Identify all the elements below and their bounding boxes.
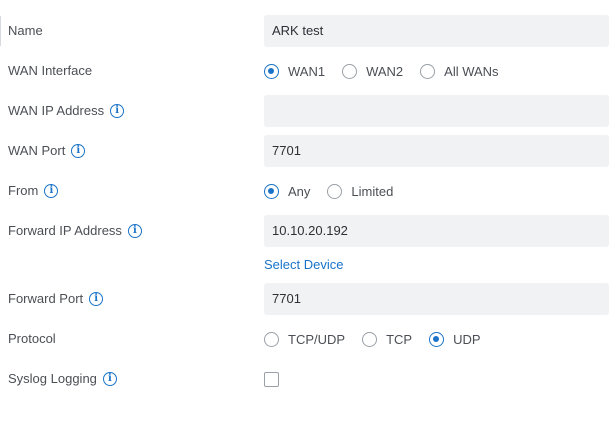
wan-ip-address-input[interactable] <box>264 95 609 127</box>
info-icon[interactable]: i <box>71 144 86 158</box>
name-label: Name <box>8 23 43 38</box>
from-option-limited[interactable]: Limited <box>327 183 394 199</box>
radio-option-label: WAN2 <box>366 63 404 79</box>
wan-interface-option-wan1[interactable]: WAN1 <box>264 63 326 79</box>
syslog-logging-label: Syslog Logging i <box>8 363 117 395</box>
info-icon[interactable]: i <box>44 184 59 198</box>
radio-button[interactable] <box>327 183 343 199</box>
protocol-radio-group: TCP/UDP TCP UDP <box>264 323 498 355</box>
wan-interface-option-all-wans[interactable]: All WANs <box>420 63 499 79</box>
info-icon[interactable]: i <box>127 224 142 238</box>
info-icon[interactable]: i <box>89 292 104 306</box>
radio-button-checked[interactable] <box>264 183 279 199</box>
select-device-link[interactable]: Select Device <box>264 257 343 272</box>
protocol-row: Protocol TCP/UDP TCP UDP <box>0 323 615 355</box>
radio-option-label: TCP/UDP <box>288 331 346 347</box>
radio-button[interactable] <box>342 63 358 79</box>
protocol-option-tcp-udp[interactable]: TCP/UDP <box>264 331 346 347</box>
forward-ip-address-input[interactable]: 10.10.20.192 <box>264 215 609 247</box>
radio-option-label: UDP <box>453 331 481 347</box>
wan-ip-address-row: WAN IP Address i <box>0 95 615 127</box>
forward-port-row: Forward Port i 7701 <box>0 283 615 315</box>
forward-ip-address-row: Forward IP Address i 10.10.20.192 <box>0 215 615 247</box>
radio-option-label: TCP <box>386 331 413 347</box>
wan-interface-label: WAN Interface <box>8 63 93 78</box>
wan-interface-radio-group: WAN1 WAN2 All WANs <box>264 55 516 87</box>
radio-option-label: WAN1 <box>288 63 326 79</box>
name-input[interactable]: ARK test <box>264 15 609 47</box>
info-icon[interactable]: i <box>110 104 125 118</box>
syslog-logging-row: Syslog Logging i <box>0 363 615 395</box>
radio-button-checked[interactable] <box>264 63 279 79</box>
wan-interface-option-wan2[interactable]: WAN2 <box>342 63 404 79</box>
protocol-option-tcp[interactable]: TCP <box>362 331 413 347</box>
radio-button-checked[interactable] <box>429 331 445 347</box>
radio-option-label: Any <box>288 183 311 199</box>
wan-ip-address-label: WAN IP Address i <box>8 95 125 127</box>
protocol-option-udp[interactable]: UDP <box>429 331 481 347</box>
radio-button[interactable] <box>264 331 279 347</box>
from-option-any[interactable]: Any <box>264 183 311 199</box>
radio-button[interactable] <box>362 331 378 347</box>
forward-port-input[interactable]: 7701 <box>264 283 609 315</box>
from-label: From i <box>8 175 59 207</box>
syslog-logging-checkbox[interactable] <box>264 372 279 387</box>
radio-option-label: All WANs <box>444 63 499 79</box>
forward-port-label: Forward Port i <box>8 283 104 315</box>
radio-option-label: Limited <box>351 183 394 199</box>
from-row: From i Any Limited <box>0 175 615 207</box>
wan-port-input[interactable]: 7701 <box>264 135 609 167</box>
wan-interface-row: WAN Interface WAN1 WAN2 All WANs <box>0 55 615 87</box>
radio-button[interactable] <box>420 63 436 79</box>
name-row: Name ARK test <box>0 15 615 47</box>
forward-ip-address-label: Forward IP Address i <box>8 215 142 247</box>
wan-port-row: WAN Port i 7701 <box>0 135 615 167</box>
wan-port-label: WAN Port i <box>8 135 86 167</box>
protocol-label: Protocol <box>8 331 56 346</box>
info-icon[interactable]: i <box>102 372 117 386</box>
from-radio-group: Any Limited <box>264 175 410 207</box>
